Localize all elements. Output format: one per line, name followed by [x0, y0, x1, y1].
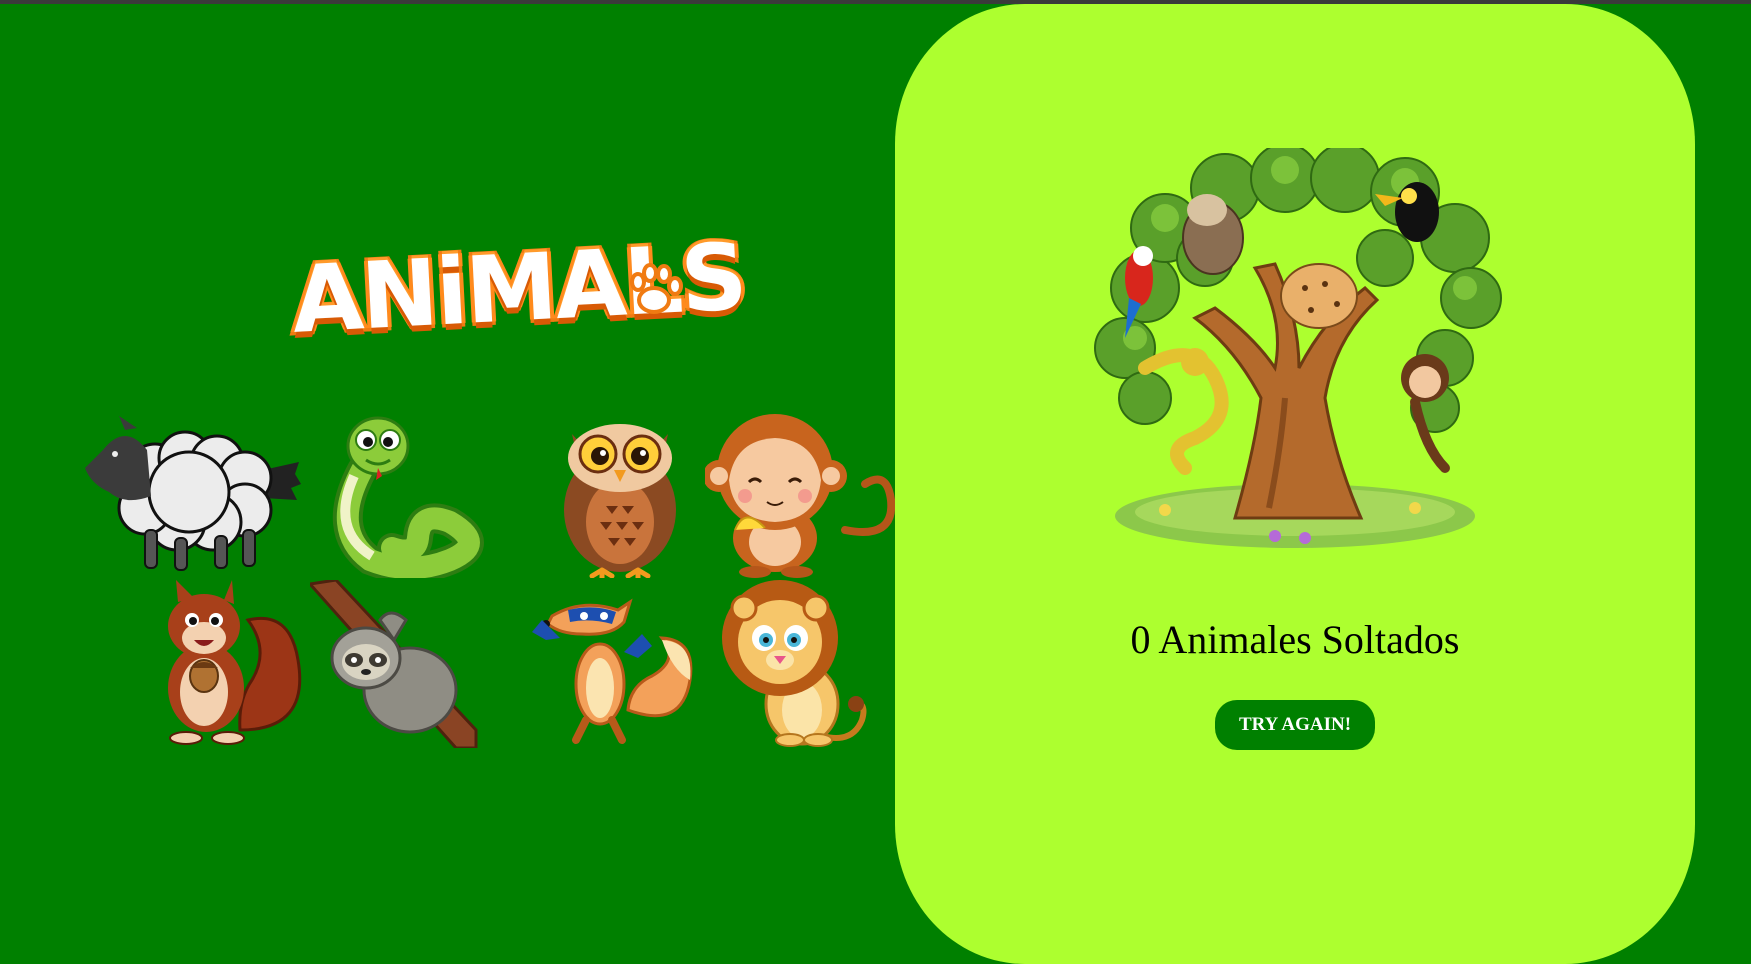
animal-sheep[interactable]: [85, 410, 305, 578]
fox-icon: [532, 598, 693, 744]
animal-sloth[interactable]: [310, 580, 530, 748]
jungle-tree-icon: [1094, 143, 1502, 548]
animal-monkey[interactable]: [705, 410, 925, 578]
animal-owl[interactable]: [510, 410, 730, 578]
monkey-icon: [705, 414, 896, 578]
animal-fox[interactable]: [512, 580, 732, 748]
owl-icon: [564, 424, 676, 578]
animals-logo: ANiMALS: [286, 205, 751, 377]
paw-icon: [630, 263, 683, 314]
sheep-icon: [85, 416, 301, 571]
try-again-button[interactable]: TRY AGAIN!: [1215, 700, 1375, 750]
drop-zone-tree[interactable]: [1085, 143, 1505, 553]
released-counter: 0 Animales Soltados: [1130, 617, 1460, 662]
snake-icon: [332, 416, 484, 578]
animal-squirrel[interactable]: [120, 580, 340, 748]
sloth-icon: [310, 580, 478, 748]
animal-grid: [80, 410, 896, 750]
animal-snake[interactable]: [300, 410, 520, 578]
animals-logo-text: ANiMALS: [286, 220, 751, 358]
squirrel-icon: [168, 580, 302, 745]
